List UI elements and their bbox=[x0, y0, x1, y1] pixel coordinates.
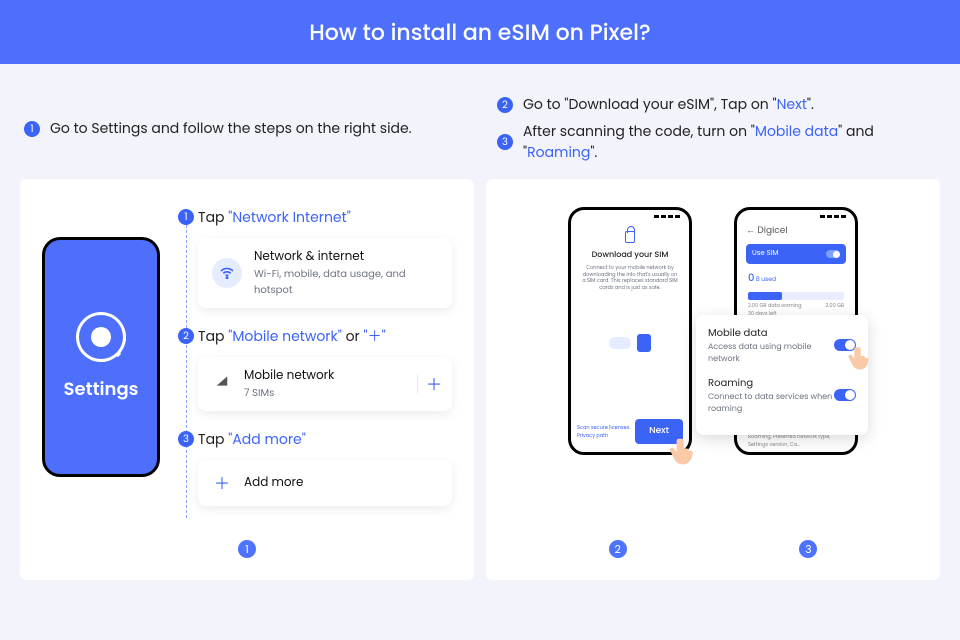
step-number-badge: 2 bbox=[497, 97, 513, 113]
lock-icon bbox=[625, 231, 635, 243]
advanced-sub: Roaming, Preferred network type, Setting… bbox=[748, 433, 844, 449]
panel-number-badge: 3 bbox=[799, 540, 817, 558]
card-add-more[interactable]: ＋ Add more bbox=[198, 460, 452, 506]
roaming-switch[interactable] bbox=[834, 389, 856, 401]
step-hl: "Mobile network" bbox=[228, 326, 342, 346]
cloud-icon bbox=[609, 337, 631, 349]
download-sim-title: Download your SIM bbox=[582, 249, 678, 261]
txt: Tap bbox=[198, 207, 228, 227]
page-title: How to install an eSIM on Pixel? bbox=[309, 16, 650, 49]
download-illustration bbox=[582, 313, 678, 373]
step-text: Tap "Mobile network" or "＋" bbox=[198, 326, 386, 347]
phone-settings-label: Settings bbox=[64, 376, 139, 403]
data-used-label: B used bbox=[756, 276, 776, 284]
settings-gear-icon bbox=[76, 312, 126, 362]
step-number-badge: 3 bbox=[497, 134, 513, 150]
intro-right: 2 Go to "Download your eSIM", Tap on "Ne… bbox=[497, 88, 940, 169]
card-subtitle: 7 SIMs bbox=[244, 385, 334, 401]
panels: Settings 1 Tap "Network Internet" Networ… bbox=[0, 179, 960, 600]
step-network-internet: 1 Tap "Network Internet" Network & inter… bbox=[180, 207, 452, 308]
signal-icon bbox=[212, 374, 232, 394]
step-number-badge: 1 bbox=[178, 209, 194, 225]
step-number-badge: 2 bbox=[178, 328, 194, 344]
sim-chip-icon bbox=[637, 334, 651, 352]
step-hl: "Add more" bbox=[228, 429, 306, 449]
panel-number-badge: 2 bbox=[609, 540, 627, 558]
panel-download-roaming: Download your SIM Connect to your mobile… bbox=[486, 179, 940, 580]
txt: After scanning the code, turn on " bbox=[523, 121, 755, 141]
intro-step-3-text: After scanning the code, turn on "Mobile… bbox=[523, 121, 940, 163]
card-subtitle: Wi-Fi, mobile, data usage, and hotspot bbox=[254, 266, 438, 298]
card-title: Network & internet bbox=[254, 248, 438, 266]
txt: Tap bbox=[198, 429, 228, 449]
txt: ". bbox=[590, 142, 597, 162]
use-sim-label: Use SIM bbox=[752, 249, 778, 259]
step-mobile-network: 2 Tap "Mobile network" or "＋" Mobile net… bbox=[180, 326, 452, 411]
data-usage-bar bbox=[748, 292, 844, 300]
intro-step-2-text: Go to "Download your eSIM", Tap on "Next… bbox=[523, 94, 814, 115]
add-sim-plus-button[interactable]: ＋ bbox=[417, 375, 442, 393]
pointing-hand-icon bbox=[846, 343, 874, 371]
card-network-internet[interactable]: Network & internet Wi-Fi, mobile, data u… bbox=[198, 238, 452, 308]
txt: ". bbox=[807, 94, 814, 114]
txt: or bbox=[342, 326, 364, 346]
download-sim-desc: Connect to your mobile network by downlo… bbox=[582, 265, 678, 291]
use-sim-toggle[interactable] bbox=[826, 250, 840, 258]
popup-roaming-row[interactable]: Roaming Connect to data services when ro… bbox=[708, 375, 856, 415]
popup-mobile-data-row[interactable]: Mobile data Access data using mobile net… bbox=[708, 325, 856, 365]
page-header: How to install an eSIM on Pixel? bbox=[0, 0, 960, 64]
step-number-badge: 1 bbox=[24, 121, 40, 137]
popup-mobile-data-label: Mobile data bbox=[708, 325, 834, 341]
txt: Tap bbox=[198, 326, 228, 346]
intro-section: 1 Go to Settings and follow the steps on… bbox=[0, 64, 960, 179]
highlight-next: Next bbox=[777, 94, 807, 114]
card-mobile-network[interactable]: Mobile network 7 SIMs ＋ bbox=[198, 357, 452, 411]
popup-mobile-data-sub: Access data using mobile network bbox=[708, 341, 834, 365]
pointing-hand-icon bbox=[667, 434, 699, 466]
step-hl: "Network Internet" bbox=[228, 207, 351, 227]
data-cap-text: 2.00 GB bbox=[826, 302, 845, 310]
card-title: Add more bbox=[244, 474, 303, 492]
carrier-back-row[interactable]: ← Digicel bbox=[742, 221, 850, 240]
step-number-badge: 3 bbox=[178, 431, 194, 447]
highlight-mobile-data: Mobile data bbox=[755, 121, 838, 141]
use-sim-row[interactable]: Use SIM bbox=[746, 244, 846, 264]
intro-step-1: 1 Go to Settings and follow the steps on… bbox=[24, 118, 412, 139]
intro-step-1-text: Go to Settings and follow the steps on t… bbox=[50, 118, 412, 139]
intro-left: 1 Go to Settings and follow the steps on… bbox=[24, 88, 467, 169]
highlight-roaming: Roaming bbox=[527, 142, 590, 162]
intro-step-3: 3 After scanning the code, turn on "Mobi… bbox=[497, 121, 940, 163]
mobile-data-roaming-popup: Mobile data Access data using mobile net… bbox=[696, 315, 868, 435]
step-text: Tap "Add more" bbox=[198, 429, 306, 450]
panel-settings: Settings 1 Tap "Network Internet" Networ… bbox=[20, 179, 474, 580]
intro-step-2: 2 Go to "Download your eSIM", Tap on "Ne… bbox=[497, 94, 940, 115]
wifi-icon bbox=[212, 258, 242, 288]
phone-carrier-wrapper: ← Digicel Use SIM 0 B used 2.00 GB data … bbox=[734, 207, 858, 524]
data-used-value: 0 bbox=[748, 270, 754, 285]
panel-number-badge: 1 bbox=[238, 540, 256, 558]
steps-column: 1 Tap "Network Internet" Network & inter… bbox=[180, 207, 452, 524]
phone-settings: Settings bbox=[42, 237, 160, 477]
card-title: Mobile network bbox=[244, 367, 334, 385]
txt: Go to "Download your eSIM", Tap on " bbox=[523, 94, 777, 114]
data-warning-text: 2.00 GB data warning bbox=[748, 302, 801, 310]
step-hl2: "＋" bbox=[364, 326, 386, 346]
step-add-more: 3 Tap "Add more" ＋ Add more bbox=[180, 429, 452, 506]
popup-roaming-label: Roaming bbox=[708, 375, 834, 391]
status-bar bbox=[576, 215, 684, 221]
plus-icon: ＋ bbox=[212, 470, 232, 496]
step-text: Tap "Network Internet" bbox=[198, 207, 351, 228]
popup-roaming-sub: Connect to data services when roaming bbox=[708, 391, 834, 415]
phone-download-sim: Download your SIM Connect to your mobile… bbox=[568, 207, 692, 455]
download-footer-links[interactable]: Scan secure licenses. Privacy path bbox=[577, 424, 635, 440]
